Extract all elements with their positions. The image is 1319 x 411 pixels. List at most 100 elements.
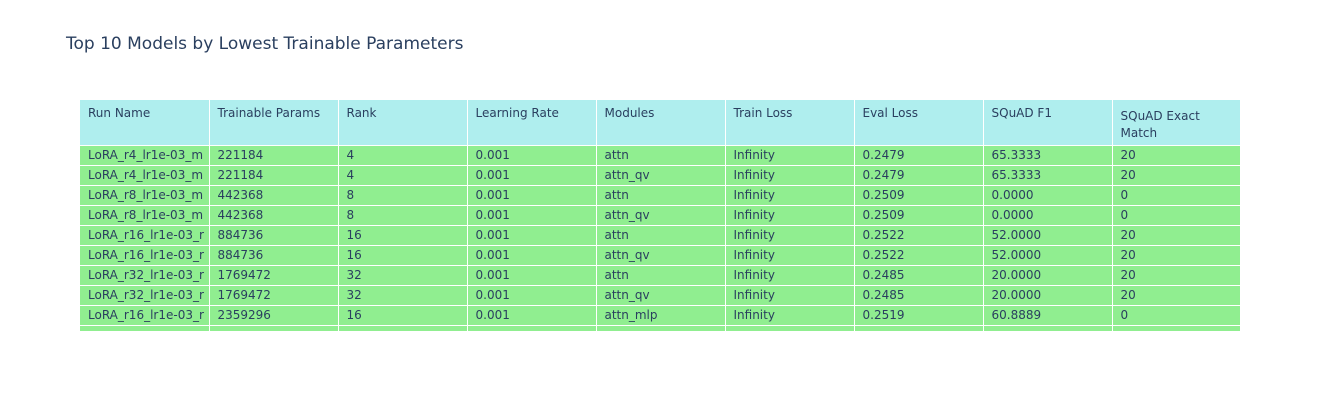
- header-modules: Modules: [596, 100, 726, 146]
- cell-squad-f1: 60.8889: [983, 304, 1113, 325]
- cell-squad-exact-match: 20: [1112, 284, 1240, 305]
- cell-squad-exact-match: 20: [1112, 224, 1240, 245]
- cell-learning-rate: 0.001: [467, 244, 597, 265]
- table-body: LoRA_r4_lr1e-03_m 221184 4 0.001 attn Infinit…: [80, 144, 1240, 331]
- cell-eval-loss: [854, 324, 984, 331]
- cell-squad-exact-match: 20: [1112, 244, 1240, 265]
- cell-squad-exact-match: [1112, 324, 1240, 331]
- cell-rank: 8: [338, 184, 468, 205]
- cell-eval-loss: 0.2522: [854, 244, 984, 265]
- cell-trainable-params: 221184: [209, 144, 339, 165]
- cell-trainable-params: 884736: [209, 244, 339, 265]
- cell-train-loss: Infinity: [725, 164, 855, 185]
- cell-train-loss: Infinity: [725, 184, 855, 205]
- cell-trainable-params: 2359296: [209, 304, 339, 325]
- cell-squad-exact-match: 0: [1112, 204, 1240, 225]
- cell-squad-f1: 52.0000: [983, 224, 1113, 245]
- header-train-loss: Train Loss: [725, 100, 855, 146]
- cell-trainable-params: 442368: [209, 204, 339, 225]
- cell-trainable-params: 442368: [209, 184, 339, 205]
- cell-learning-rate: 0.001: [467, 304, 597, 325]
- cell-train-loss: [725, 324, 855, 331]
- header-run-name: Run Name: [80, 100, 210, 146]
- cell-trainable-params: 1769472: [209, 284, 339, 305]
- cell-run-name: LoRA_r8_lr1e-03_m: [80, 184, 210, 205]
- cell-eval-loss: 0.2522: [854, 224, 984, 245]
- cell-modules: attn_qv: [596, 244, 726, 265]
- cell-modules: attn: [596, 184, 726, 205]
- cell-squad-f1: 0.0000: [983, 204, 1113, 225]
- cell-rank: 4: [338, 164, 468, 185]
- cell-trainable-params: 1769472: [209, 264, 339, 285]
- cell-run-name: LoRA_r16_lr1e-03_r: [80, 244, 210, 265]
- table-row: LoRA_r4_lr1e-03_m 221184 4 0.001 attn Infinit…: [80, 144, 1240, 165]
- cell-train-loss: Infinity: [725, 284, 855, 305]
- cell-modules: attn_qv: [596, 284, 726, 305]
- cell-run-name: LoRA_r16_lr1e-03_r: [80, 304, 210, 325]
- header-trainable-params: Trainable Params: [209, 100, 339, 146]
- table-row: LoRA_r8_lr1e-03_m 442368 8 0.001 attn_qv Infi…: [80, 204, 1240, 225]
- cell-rank: 4: [338, 144, 468, 165]
- cell-learning-rate: 0.001: [467, 224, 597, 245]
- table-row: LoRA_r16_lr1e-03_r 2359296 16 0.001 attn_mlp…: [80, 304, 1240, 325]
- chart-title: Top 10 Models by Lowest Trainable Parame…: [66, 34, 464, 54]
- cell-eval-loss: 0.2509: [854, 184, 984, 205]
- cell-trainable-params: 221184: [209, 164, 339, 185]
- cell-squad-f1: 0.0000: [983, 184, 1113, 205]
- table-row: LoRA_r32_lr1e-03_r 1769472 32 0.001 attn Infi…: [80, 264, 1240, 285]
- cell-train-loss: Infinity: [725, 144, 855, 165]
- header-rank: Rank: [338, 100, 468, 146]
- cell-modules: attn_qv: [596, 164, 726, 185]
- cell-modules: attn_qv: [596, 204, 726, 225]
- header-squad-exact-match: SQuAD Exact Match: [1112, 100, 1240, 146]
- cell-learning-rate: 0.001: [467, 284, 597, 305]
- header-squad-f1: SQuAD F1: [983, 100, 1113, 146]
- cell-modules: attn: [596, 144, 726, 165]
- cell-train-loss: Infinity: [725, 204, 855, 225]
- cell-train-loss: Infinity: [725, 224, 855, 245]
- cell-squad-exact-match: 0: [1112, 304, 1240, 325]
- table-header-row: Run Name Trainable Params Rank Learning …: [80, 100, 1240, 146]
- cell-eval-loss: 0.2519: [854, 304, 984, 325]
- cell-run-name: LoRA_r8_lr1e-03_m: [80, 204, 210, 225]
- cell-modules: attn: [596, 264, 726, 285]
- cell-run-name: LoRA_r32_lr1e-03_r: [80, 264, 210, 285]
- cell-learning-rate: [467, 324, 597, 331]
- cell-train-loss: Infinity: [725, 304, 855, 325]
- cell-run-name: LoRA_r4_lr1e-03_m: [80, 164, 210, 185]
- table-row: LoRA_r8_lr1e-03_m 442368 8 0.001 attn Infinit…: [80, 184, 1240, 205]
- cell-eval-loss: 0.2509: [854, 204, 984, 225]
- cell-run-name: [80, 324, 210, 331]
- table-row: LoRA_r32_lr1e-03_r 1769472 32 0.001 attn_qv I…: [80, 284, 1240, 305]
- cell-learning-rate: 0.001: [467, 144, 597, 165]
- cell-learning-rate: 0.001: [467, 164, 597, 185]
- cell-squad-f1: 65.3333: [983, 164, 1113, 185]
- table-row: LoRA_r16_lr1e-03_r 884736 16 0.001 attn Infin…: [80, 224, 1240, 245]
- cell-squad-exact-match: 20: [1112, 164, 1240, 185]
- cell-run-name: LoRA_r16_lr1e-03_r: [80, 224, 210, 245]
- cell-train-loss: Infinity: [725, 244, 855, 265]
- cell-squad-exact-match: 20: [1112, 264, 1240, 285]
- cell-modules: attn: [596, 224, 726, 245]
- cell-rank: 16: [338, 224, 468, 245]
- cell-eval-loss: 0.2479: [854, 144, 984, 165]
- table-row: LoRA_r4_lr1e-03_m 221184 4 0.001 attn_qv Infi…: [80, 164, 1240, 185]
- cell-run-name: LoRA_r32_lr1e-03_r: [80, 284, 210, 305]
- cell-squad-f1: [983, 324, 1113, 331]
- cell-rank: 32: [338, 284, 468, 305]
- results-table: Run Name Trainable Params Rank Learning …: [80, 100, 1240, 331]
- cell-squad-f1: 20.0000: [983, 284, 1113, 305]
- results-table-container[interactable]: Run Name Trainable Params Rank Learning …: [80, 100, 1240, 331]
- cell-modules: [596, 324, 726, 331]
- cell-rank: 8: [338, 204, 468, 225]
- cell-squad-f1: 52.0000: [983, 244, 1113, 265]
- cell-trainable-params: [209, 324, 339, 331]
- cell-run-name: LoRA_r4_lr1e-03_m: [80, 144, 210, 165]
- header-learning-rate: Learning Rate: [467, 100, 597, 146]
- cell-rank: 16: [338, 304, 468, 325]
- cell-eval-loss: 0.2485: [854, 284, 984, 305]
- cell-squad-f1: 65.3333: [983, 144, 1113, 165]
- cell-learning-rate: 0.001: [467, 184, 597, 205]
- header-eval-loss: Eval Loss: [854, 100, 984, 146]
- cell-train-loss: Infinity: [725, 264, 855, 285]
